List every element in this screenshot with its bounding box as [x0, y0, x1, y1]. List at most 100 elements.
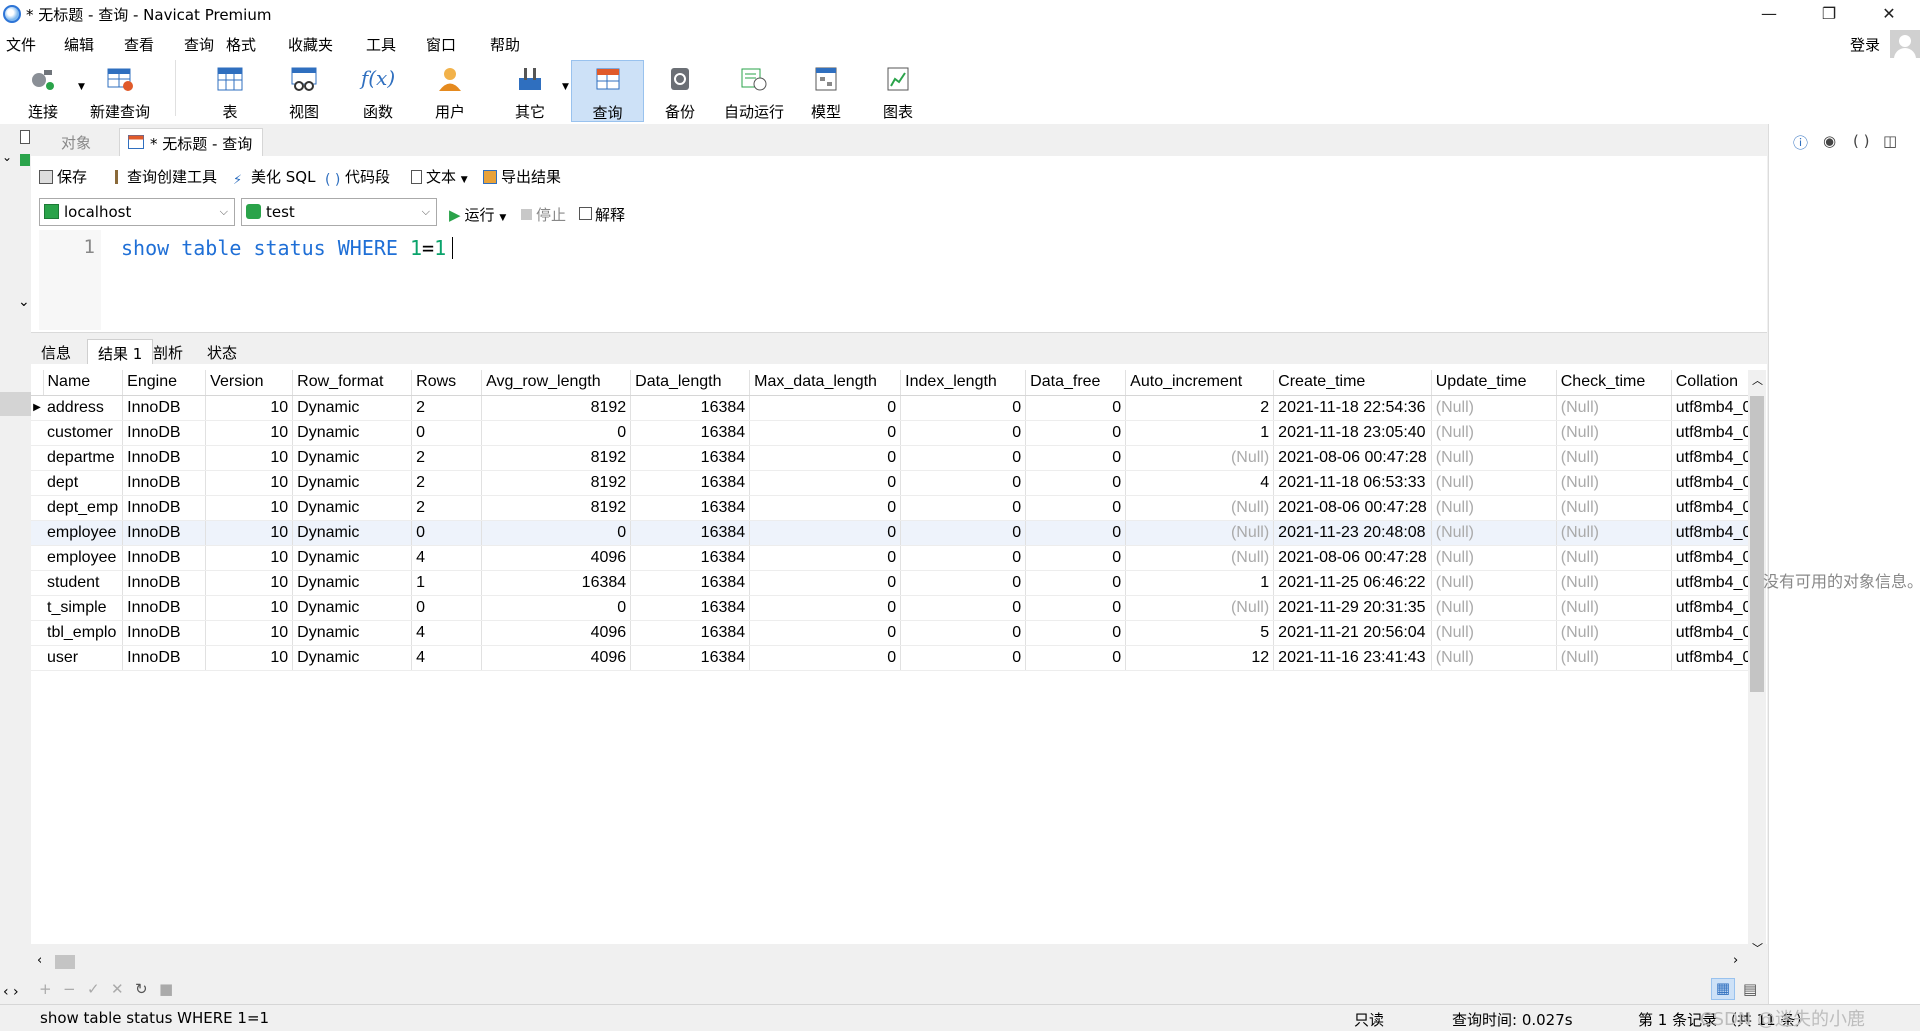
table-cell[interactable]: 2: [411, 395, 483, 421]
column-header[interactable]: Rows: [411, 370, 483, 396]
table-row[interactable]: customer InnoDB 10 Dynamic 0 0 16384 0 0 0 1 2021-1…: [31, 420, 1766, 446]
table-cell[interactable]: (Null): [1431, 470, 1557, 496]
row-marker[interactable]: [31, 420, 43, 446]
table-cell[interactable]: 0: [1025, 645, 1127, 671]
table-cell[interactable]: 0: [1025, 520, 1127, 546]
tab-info[interactable]: 信息: [31, 339, 81, 365]
table-cell[interactable]: 10: [205, 420, 294, 446]
sql-code[interactable]: show table status WHERE 1=1: [121, 236, 454, 260]
table-cell[interactable]: Dynamic: [292, 620, 413, 646]
table-cell[interactable]: InnoDB: [122, 620, 207, 646]
table-cell[interactable]: 0: [1025, 420, 1127, 446]
table-cell[interactable]: 0: [900, 620, 1027, 646]
restore-button[interactable]: ❐: [1806, 0, 1852, 28]
table-cell[interactable]: (Null): [1125, 545, 1275, 571]
table-cell[interactable]: 0: [749, 545, 902, 571]
table-cell[interactable]: 0: [900, 545, 1027, 571]
table-cell[interactable]: 0: [749, 570, 902, 596]
table-row[interactable]: employee InnoDB 10 Dynamic 4 4096 16384 0 0 0 (Nul…: [31, 545, 1766, 571]
table-cell[interactable]: 1: [411, 570, 483, 596]
table-cell[interactable]: 16384: [630, 445, 751, 471]
table-cell[interactable]: 5: [1125, 620, 1275, 646]
table-cell[interactable]: 10: [205, 620, 294, 646]
table-cell[interactable]: Dynamic: [292, 445, 413, 471]
row-marker[interactable]: [31, 595, 43, 621]
table-cell[interactable]: Dynamic: [292, 420, 413, 446]
table-cell[interactable]: Dynamic: [292, 495, 413, 521]
table-cell[interactable]: 16384: [630, 645, 751, 671]
table-cell[interactable]: student: [43, 570, 124, 596]
column-header[interactable]: Max_data_length: [749, 370, 902, 396]
column-header[interactable]: Data_free: [1025, 370, 1127, 396]
table-row[interactable]: ▶ address InnoDB 10 Dynamic 2 8192 16384 0 0 0 2 202…: [31, 395, 1766, 421]
explain-button[interactable]: 解释: [579, 204, 625, 225]
scroll-up-icon[interactable]: ︿: [1752, 372, 1763, 388]
table-cell[interactable]: 0: [900, 445, 1027, 471]
table-cell[interactable]: 2: [411, 470, 483, 496]
model-button[interactable]: 模型: [796, 60, 856, 122]
table-cell[interactable]: InnoDB: [122, 545, 207, 571]
table-cell[interactable]: 0: [900, 495, 1027, 521]
grid-view-icon[interactable]: ▦: [1711, 978, 1735, 1000]
table-cell[interactable]: 1: [1125, 570, 1275, 596]
avatar[interactable]: [1890, 30, 1920, 62]
table-cell[interactable]: (Null): [1431, 645, 1557, 671]
column-header[interactable]: Row_format: [292, 370, 413, 396]
table-cell[interactable]: 0: [749, 445, 902, 471]
table-cell[interactable]: 16384: [630, 470, 751, 496]
table-cell[interactable]: 8192: [481, 470, 632, 496]
table-cell[interactable]: 0: [481, 520, 632, 546]
row-marker[interactable]: [31, 470, 43, 496]
table-cell[interactable]: 10: [205, 595, 294, 621]
table-cell[interactable]: 16384: [630, 595, 751, 621]
row-marker[interactable]: [31, 520, 43, 546]
table-cell[interactable]: InnoDB: [122, 645, 207, 671]
text-dropdown-icon[interactable]: ▼: [461, 175, 468, 185]
table-cell[interactable]: (Null): [1431, 420, 1557, 446]
table-cell[interactable]: 10: [205, 520, 294, 546]
table-cell[interactable]: (Null): [1556, 595, 1672, 621]
table-cell[interactable]: employee: [43, 545, 124, 571]
table-cell[interactable]: 0: [900, 470, 1027, 496]
table-cell[interactable]: Dynamic: [292, 545, 413, 571]
table-cell[interactable]: 4: [411, 645, 483, 671]
table-cell[interactable]: 0: [749, 595, 902, 621]
scroll-thumb[interactable]: [1750, 396, 1764, 692]
scroll-thumb[interactable]: [55, 955, 75, 969]
delete-record-icon[interactable]: −: [63, 980, 76, 998]
row-marker[interactable]: [31, 645, 43, 671]
table-cell[interactable]: (Null): [1125, 445, 1275, 471]
menu-format[interactable]: 格式: [226, 34, 256, 55]
database-tree-icon[interactable]: [20, 154, 30, 166]
preview-icon[interactable]: ◉: [1823, 132, 1836, 150]
table-cell[interactable]: 16384: [630, 545, 751, 571]
table-row[interactable]: user InnoDB 10 Dynamic 4 4096 16384 0 0 0 12 2021-1…: [31, 645, 1766, 671]
table-row[interactable]: employee InnoDB 10 Dynamic 0 0 16384 0 0 0 (Null) 2…: [31, 520, 1766, 546]
table-cell[interactable]: dept_emp: [43, 495, 124, 521]
table-cell[interactable]: 16384: [630, 570, 751, 596]
column-header[interactable]: Avg_row_length: [481, 370, 632, 396]
form-view-icon[interactable]: ▤: [1743, 980, 1757, 998]
table-cell[interactable]: 0: [749, 470, 902, 496]
text-button[interactable]: 文本 ▼: [411, 166, 468, 187]
table-cell[interactable]: 4: [1125, 470, 1275, 496]
row-marker[interactable]: [31, 570, 43, 596]
table-cell[interactable]: Dynamic: [292, 470, 413, 496]
table-cell[interactable]: 0: [411, 420, 483, 446]
column-header[interactable]: Create_time: [1273, 370, 1432, 396]
table-cell[interactable]: 0: [749, 495, 902, 521]
table-row[interactable]: departme InnoDB 10 Dynamic 2 8192 16384 0 0 0 (Nul…: [31, 445, 1766, 471]
table-cell[interactable]: (Null): [1125, 495, 1275, 521]
table-cell[interactable]: 2021-11-18 06:53:33: [1273, 470, 1432, 496]
table-cell[interactable]: InnoDB: [122, 520, 207, 546]
table-cell[interactable]: (Null): [1431, 570, 1557, 596]
table-cell[interactable]: (Null): [1431, 445, 1557, 471]
table-cell[interactable]: 4096: [481, 545, 632, 571]
table-cell[interactable]: t_simple: [43, 595, 124, 621]
row-marker[interactable]: [31, 620, 43, 646]
tab-query[interactable]: * 无标题 - 查询: [119, 128, 264, 156]
table-button[interactable]: 表: [200, 60, 260, 122]
table-cell[interactable]: 0: [749, 395, 902, 421]
table-cell[interactable]: (Null): [1556, 470, 1672, 496]
tab-objects[interactable]: 对象: [51, 128, 101, 156]
